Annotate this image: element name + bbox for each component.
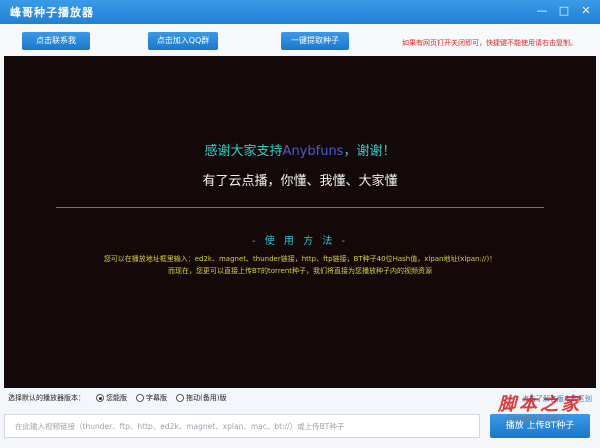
join-qq-group-button[interactable]: 点击加入QQ群 — [148, 32, 218, 50]
input-bar: 播放 上传BT种子 — [0, 406, 600, 448]
thanks-prefix: 感谢大家支持 — [204, 144, 283, 159]
instruction-line-1: 您可以在播放地址框里输入：ed2k、magnet、thunder链接，http、… — [103, 255, 497, 263]
radio-label: 字幕版 — [146, 394, 167, 402]
player-area[interactable]: 感谢大家支持Anybfuns，谢谢！ 有了云点播，你懂、我懂、大家懂 - 使 用… — [4, 56, 596, 388]
player-version-options: 选择默认的播放器版本： 您能版 字幕版 拖动(备用)版 — [0, 390, 600, 406]
contact-button[interactable]: 点击联系我 — [22, 32, 90, 50]
divider — [56, 207, 544, 208]
version-label: 选择默认的播放器版本： — [8, 394, 85, 402]
thanks-message: 感谢大家支持Anybfuns，谢谢！ — [4, 140, 596, 159]
brand-name: Anybfuns — [282, 144, 344, 159]
thanks-suffix: ，谢谢！ — [343, 144, 396, 159]
app-window: 峰哥种子播放器 — □ ✕ 点击联系我 点击加入QQ群 一键提取种子 如果有网页… — [0, 0, 600, 448]
version-difference-link[interactable]: 点击了解各版本的区别 — [522, 394, 592, 404]
radio-icon[interactable] — [176, 394, 184, 402]
title-bar[interactable]: 峰哥种子播放器 — □ ✕ — [0, 0, 600, 24]
instruction-line-2: 而现在，您更可以直接上传BT的torrent种子，我们将直接为您播放种子内的视频… — [167, 267, 433, 275]
extract-torrent-button[interactable]: 一键提取种子 — [281, 32, 349, 50]
maximize-icon[interactable]: □ — [554, 2, 574, 20]
slogan: 有了云点播，你懂、我懂、大家懂 — [202, 174, 398, 189]
radio-label: 您能版 — [106, 394, 127, 402]
minimize-icon[interactable]: — — [532, 2, 552, 20]
radio-selected-icon[interactable] — [96, 394, 104, 402]
window-title: 峰哥种子播放器 — [10, 6, 94, 19]
url-input[interactable] — [4, 414, 480, 438]
close-icon[interactable]: ✕ — [576, 2, 596, 20]
radio-icon[interactable] — [136, 394, 144, 402]
notice-text: 如果有网页打开关闭即可，快捷键不能使用请右击复制。 — [402, 39, 577, 47]
play-upload-button[interactable]: 播放 上传BT种子 — [490, 414, 590, 438]
radio-label: 拖动(备用)版 — [186, 394, 227, 402]
toolbar: 点击联系我 点击加入QQ群 一键提取种子 如果有网页打开关闭即可，快捷键不能使用… — [0, 24, 600, 56]
usage-title: - 使 用 方 法 - — [251, 236, 349, 247]
